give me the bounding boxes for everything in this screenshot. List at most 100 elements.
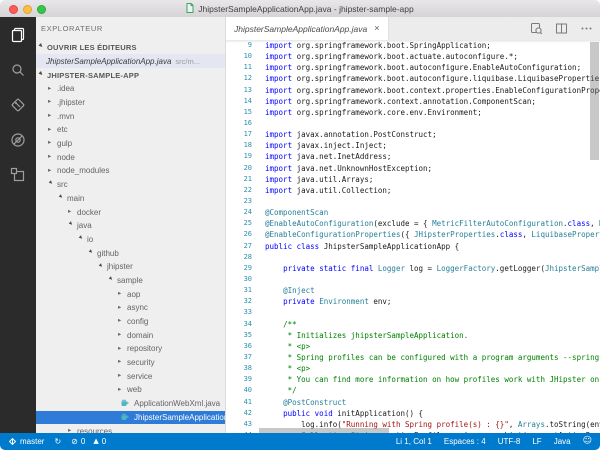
- code-line-38[interactable]: 38 * <p>: [226, 363, 600, 374]
- code-line-29[interactable]: 29 private static final Logger log = Log…: [226, 263, 600, 274]
- line-content: * Spring profiles can be configured with…: [265, 352, 600, 363]
- tree-item-async[interactable]: ▸async: [36, 301, 225, 315]
- tree-item-aop[interactable]: ▸aop: [36, 287, 225, 301]
- tree-item-java[interactable]: ▸java: [36, 219, 225, 233]
- code-line-33[interactable]: 33: [226, 307, 600, 318]
- tree-item-io[interactable]: ▸io: [36, 233, 225, 247]
- open-editor-item[interactable]: JhipsterSampleApplicationApp.java src/m.…: [36, 54, 225, 68]
- open-editors-header[interactable]: ▸ OUVRIR LES ÉDITEURS: [36, 40, 225, 54]
- code-line-13[interactable]: 13import org.springframework.boot.contex…: [226, 85, 600, 96]
- debug-icon[interactable]: [8, 130, 28, 150]
- code-editor[interactable]: 9import org.springframework.boot.SpringA…: [226, 40, 600, 433]
- eol-indicator[interactable]: LF: [532, 437, 541, 446]
- code-line-24[interactable]: 24@ComponentScan: [226, 207, 600, 218]
- encoding-indicator[interactable]: UTF-8: [498, 437, 521, 446]
- code-line-19[interactable]: 19import java.net.InetAddress;: [226, 151, 600, 162]
- tree-item-label: service: [127, 372, 152, 381]
- code-line-26[interactable]: 26@EnableConfigurationProperties({ JHips…: [226, 229, 600, 240]
- tree-item-config[interactable]: ▸config: [36, 315, 225, 329]
- code-line-40[interactable]: 40 */: [226, 385, 600, 396]
- tree-item-applicationwebxml-java[interactable]: ApplicationWebXml.java: [36, 397, 225, 411]
- vertical-scrollbar[interactable]: [590, 42, 599, 160]
- line-number: 34: [226, 319, 252, 330]
- chevron-expanded-icon: ▸: [97, 262, 107, 272]
- code-line-23[interactable]: 23: [226, 196, 600, 207]
- code-line-35[interactable]: 35 * Initializes jhipsterSampleApplicati…: [226, 330, 600, 341]
- extensions-icon[interactable]: [8, 165, 28, 185]
- code-line-21[interactable]: 21import java.util.Arrays;: [226, 174, 600, 185]
- status-bar: master ↻ ⊘ 0 ▲ 0 Li 1, Col 1 Espaces : 4…: [0, 433, 600, 450]
- code-line-32[interactable]: 32 private Environment env;: [226, 296, 600, 307]
- tab-close-icon[interactable]: ×: [374, 24, 379, 33]
- tree-item-docker[interactable]: ▸docker: [36, 205, 225, 219]
- code-line-39[interactable]: 39 * You can find more information on ho…: [226, 374, 600, 385]
- tree-item-etc[interactable]: ▸etc: [36, 123, 225, 137]
- split-editor-icon[interactable]: [555, 22, 568, 35]
- tree-item-src[interactable]: ▸src: [36, 178, 225, 192]
- tree-item--idea[interactable]: ▸.idea: [36, 82, 225, 96]
- minimize-window-button[interactable]: [23, 5, 32, 14]
- tree-item-label: domain: [127, 331, 153, 340]
- code-line-34[interactable]: 34 /**: [226, 319, 600, 330]
- code-line-18[interactable]: 18import javax.inject.Inject;: [226, 140, 600, 151]
- code-line-20[interactable]: 20import java.net.UnknownHostException;: [226, 163, 600, 174]
- code-line-9[interactable]: 9import org.springframework.boot.SpringA…: [226, 40, 600, 51]
- tree-item-gulp[interactable]: ▸gulp: [36, 137, 225, 151]
- tree-item-node[interactable]: ▸node: [36, 150, 225, 164]
- tree-item-sample[interactable]: ▸sample: [36, 274, 225, 288]
- tree-item-jhipstersampleapplicationapp-java[interactable]: JhipsterSampleApplicationApp.java: [36, 411, 225, 425]
- close-window-button[interactable]: [9, 5, 18, 14]
- code-line-42[interactable]: 42 public void initApplication() {: [226, 408, 600, 419]
- sync-button[interactable]: ↻: [54, 438, 61, 446]
- zoom-window-button[interactable]: [37, 5, 46, 14]
- tree-item-web[interactable]: ▸web: [36, 383, 225, 397]
- tree-item-service[interactable]: ▸service: [36, 369, 225, 383]
- tree-item-label: config: [127, 317, 148, 326]
- code-line-16[interactable]: 16: [226, 118, 600, 129]
- source-control-icon[interactable]: [8, 95, 28, 115]
- chevron-collapsed-icon: ▸: [118, 359, 125, 366]
- code-line-31[interactable]: 31 @Inject: [226, 285, 600, 296]
- problems-indicator[interactable]: ⊘ 0 ▲ 0: [71, 437, 106, 446]
- tree-item-repository[interactable]: ▸repository: [36, 342, 225, 356]
- explorer-icon[interactable]: [8, 25, 28, 45]
- code-line-30[interactable]: 30: [226, 274, 600, 285]
- tree-item-label: github: [97, 249, 119, 258]
- tab-jhipstersampleapplicationapp[interactable]: JhipsterSampleApplicationApp.java ×: [226, 17, 389, 40]
- tree-item-jhipster[interactable]: ▸jhipster: [36, 260, 225, 274]
- open-preview-icon[interactable]: [530, 22, 543, 35]
- code-line-25[interactable]: 25@EnableAutoConfiguration(exclude = { M…: [226, 218, 600, 229]
- feedback-button[interactable]: ☺: [583, 437, 592, 446]
- project-section-header[interactable]: ▸ JHIPSTER-SAMPLE-APP: [36, 68, 225, 82]
- tree-item-label: node: [57, 153, 75, 162]
- more-actions-icon[interactable]: [580, 22, 593, 35]
- language-mode[interactable]: Java: [554, 437, 571, 446]
- code-line-14[interactable]: 14import org.springframework.context.ann…: [226, 96, 600, 107]
- code-line-11[interactable]: 11import org.springframework.boot.autoco…: [226, 62, 600, 73]
- tree-item-security[interactable]: ▸security: [36, 356, 225, 370]
- code-line-17[interactable]: 17import javax.annotation.PostConstruct;: [226, 129, 600, 140]
- search-icon[interactable]: [8, 60, 28, 80]
- code-line-10[interactable]: 10import org.springframework.boot.actuat…: [226, 51, 600, 62]
- tree-item-main[interactable]: ▸main: [36, 192, 225, 206]
- tree-item-resources[interactable]: ▸resources: [36, 424, 225, 433]
- code-line-37[interactable]: 37 * Spring profiles can be configured w…: [226, 352, 600, 363]
- tree-item--jhipster[interactable]: ▸.jhipster: [36, 96, 225, 110]
- line-number: 20: [226, 163, 252, 174]
- cursor-position[interactable]: Li 1, Col 1: [396, 437, 432, 446]
- code-line-12[interactable]: 12import org.springframework.boot.autoco…: [226, 73, 600, 84]
- tree-item--mvn[interactable]: ▸.mvn: [36, 109, 225, 123]
- code-line-15[interactable]: 15import org.springframework.core.env.En…: [226, 107, 600, 118]
- code-line-36[interactable]: 36 * <p>: [226, 341, 600, 352]
- tree-item-domain[interactable]: ▸domain: [36, 328, 225, 342]
- git-branch-indicator[interactable]: master: [8, 437, 44, 446]
- project-section-label: JHIPSTER-SAMPLE-APP: [47, 71, 139, 80]
- tree-item-node-modules[interactable]: ▸node_modules: [36, 164, 225, 178]
- horizontal-scrollbar[interactable]: [259, 428, 389, 433]
- code-line-28[interactable]: 28: [226, 252, 600, 263]
- tree-item-github[interactable]: ▸github: [36, 246, 225, 260]
- code-line-22[interactable]: 22import java.util.Collection;: [226, 185, 600, 196]
- code-line-27[interactable]: 27public class JhipsterSampleApplication…: [226, 241, 600, 252]
- indentation-indicator[interactable]: Espaces : 4: [444, 437, 486, 446]
- code-line-41[interactable]: 41 @PostConstruct: [226, 397, 600, 408]
